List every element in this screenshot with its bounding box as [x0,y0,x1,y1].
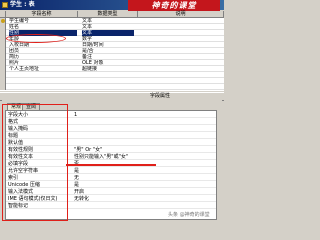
header-description: 说明 [138,11,224,17]
primary-key-icon [1,19,5,23]
header-field-name: 字段名称 [6,11,78,17]
table-icon [2,2,8,8]
table-design-window: 学生 : 表 神奇的课堂 字段名称 数据类型 说明 学生编号 文本 姓名 文本 … [0,0,224,225]
highlight-box [2,104,68,221]
brand-banner: 神奇的课堂 [128,0,220,11]
field-grid: 字段名称 数据类型 说明 学生编号 文本 姓名 文本 性别 文本 年龄 数字 入… [0,11,224,91]
header-data-type: 数据类型 [78,11,138,17]
row-selector[interactable] [0,84,6,90]
property-value[interactable]: 1 [74,112,77,118]
watermark: 头条 @神奇的课堂 [168,212,210,218]
highlight-oval [6,34,66,43]
property-value[interactable]: "男" Or "女" [74,147,102,153]
property-value[interactable]: 无转化 [74,196,89,202]
property-value[interactable]: 是 [74,168,79,174]
field-properties-title: 字段属性 [150,93,171,99]
property-value[interactable]: 性别只能输入"男"或"女" [74,154,128,160]
highlight-underline [66,164,156,166]
window-title: 学生 : 表 [10,1,35,8]
property-value[interactable]: 无 [74,175,79,181]
table-row-empty[interactable] [0,84,224,90]
property-value[interactable]: 是 [74,182,79,188]
grid-header: 字段名称 数据类型 说明 [0,11,224,18]
property-value[interactable]: 开启 [74,189,84,195]
